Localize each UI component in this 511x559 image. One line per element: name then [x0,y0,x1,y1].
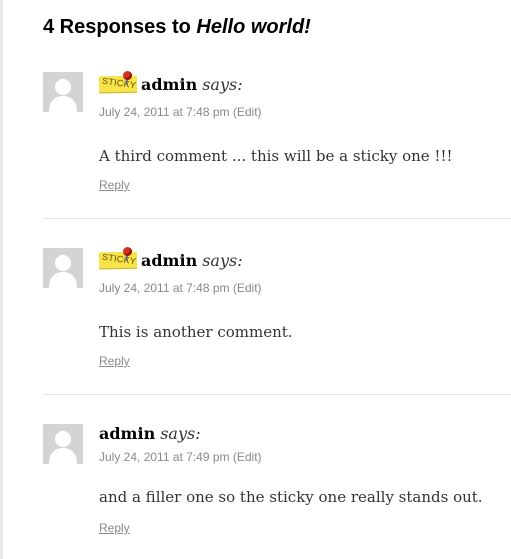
comment-author: admin [99,424,156,443]
comment-divider [43,394,511,395]
sticky-note-icon: STICKY [98,247,138,270]
edit-link[interactable]: (Edit) [233,281,262,295]
comment-divider [43,218,511,219]
comment: STICKY admin says: July 24, 2011 at 7:48… [43,71,511,202]
edit-link[interactable]: (Edit) [233,105,262,119]
comment-date: July 24, 2011 at 7:49 pm (Edit) [99,450,262,464]
edit-link[interactable]: (Edit) [233,450,262,464]
comment-date: July 24, 2011 at 7:48 pm (Edit) [99,105,262,119]
comment-permalink[interactable]: July 24, 2011 at 7:48 pm [99,105,230,119]
heading-prefix: 4 Responses to [43,16,197,38]
comment-author: admin [141,75,198,94]
comments-heading: 4 Responses to Hello world! [43,16,311,39]
reply-link[interactable]: Reply [99,521,130,535]
comment-author: admin [141,251,198,270]
comment-permalink[interactable]: July 24, 2011 at 7:48 pm [99,281,230,295]
reply-area: Reply [99,521,130,535]
avatar[interactable] [43,72,83,112]
left-edge-rule [0,0,3,559]
comment: admin says: July 24, 2011 at 7:49 pm (Ed… [43,424,511,554]
sticky-note-icon: STICKY [98,71,138,94]
comment-meta: STICKY admin says: [98,247,243,270]
comment-date: July 24, 2011 at 7:48 pm (Edit) [99,281,262,295]
comment: STICKY admin says: July 24, 2011 at 7:48… [43,247,511,378]
avatar[interactable] [43,424,83,464]
reply-area: Reply [99,178,130,192]
comment-meta: admin says: [99,424,201,443]
says-label: says: [202,251,243,270]
avatar[interactable] [43,248,83,288]
default-avatar-icon [43,72,83,112]
reply-link[interactable]: Reply [99,178,130,192]
comment-text: This is another comment. [99,323,293,341]
post-title: Hello world! [196,16,311,38]
default-avatar-icon [43,248,83,288]
comment-permalink[interactable]: July 24, 2011 at 7:49 pm [99,450,230,464]
default-avatar-icon [43,424,83,464]
reply-area: Reply [99,354,130,368]
comment-text: and a filler one so the sticky one reall… [99,488,483,506]
comment-meta: STICKY admin says: [98,71,243,94]
comment-text: A third comment ... this will be a stick… [99,147,453,165]
reply-link[interactable]: Reply [99,354,130,368]
says-label: says: [202,75,243,94]
says-label: says: [160,424,201,443]
